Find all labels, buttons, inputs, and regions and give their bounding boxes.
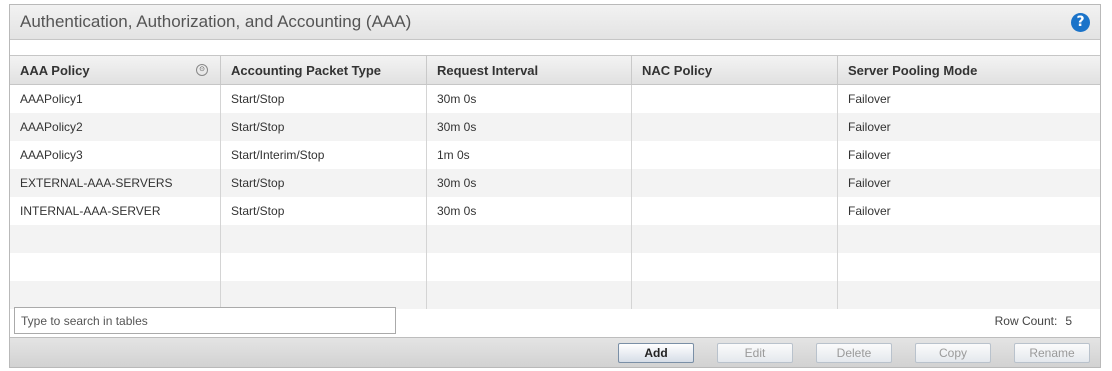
sort-icon[interactable]: ⊙ — [196, 64, 208, 76]
action-bar: Add Edit Delete Copy Rename — [10, 337, 1100, 367]
table-row[interactable]: AAAPolicy1 Start/Stop 30m 0s Failover — [10, 85, 1100, 113]
cell-request-interval: 30m 0s — [427, 197, 632, 225]
empty-cell — [838, 281, 1100, 309]
cell-aaa-policy: INTERNAL-AAA-SERVER — [10, 197, 221, 225]
table-row[interactable]: AAAPolicy2 Start/Stop 30m 0s Failover — [10, 113, 1100, 141]
cell-server-pooling-mode: Failover — [848, 148, 891, 162]
table-row[interactable]: AAAPolicy3 Start/Interim/Stop 1m 0s Fail… — [10, 141, 1100, 169]
cell-server-pooling-mode: Failover — [848, 120, 891, 134]
cell-server-pooling-mode: Failover — [848, 204, 891, 218]
aaa-panel: Authentication, Authorization, and Accou… — [9, 4, 1101, 368]
panel-title: Authentication, Authorization, and Accou… — [20, 12, 412, 31]
empty-cell — [221, 253, 427, 281]
aaa-policy-table: AAA Policy ⊙ Accounting Packet Type Requ… — [10, 55, 1100, 309]
empty-cell — [838, 225, 1100, 253]
help-icon[interactable]: ? — [1071, 13, 1090, 32]
cell-accounting-packet-type: Start/Stop — [221, 197, 427, 225]
row-count-label: Row Count: — [994, 314, 1058, 328]
cell-accounting-packet-type: Start/Stop — [221, 169, 427, 197]
column-header-label: Accounting Packet Type — [231, 63, 382, 78]
empty-cell — [427, 253, 632, 281]
copy-button[interactable]: Copy — [915, 343, 991, 363]
rename-button[interactable]: Rename — [1014, 343, 1090, 363]
empty-cell — [632, 253, 838, 281]
row-count: Row Count: 5 — [995, 314, 1072, 328]
empty-cell — [427, 281, 632, 309]
table-body: AAAPolicy1 Start/Stop 30m 0s Failover AA… — [10, 85, 1100, 309]
table-row[interactable]: INTERNAL-AAA-SERVER Start/Stop 30m 0s Fa… — [10, 197, 1100, 225]
cell-nac-policy — [632, 85, 838, 113]
table-row[interactable]: EXTERNAL-AAA-SERVERS Start/Stop 30m 0s F… — [10, 169, 1100, 197]
row-count-value: 5 — [1065, 314, 1072, 328]
cell-server-pooling-mode: Failover — [848, 92, 891, 106]
cell-nac-policy — [632, 169, 838, 197]
cell-aaa-policy: AAAPolicy2 — [10, 113, 221, 141]
cell-accounting-packet-type: Start/Stop — [221, 113, 427, 141]
cell-accounting-packet-type: Start/Interim/Stop — [221, 141, 427, 169]
cell-aaa-policy: EXTERNAL-AAA-SERVERS — [10, 169, 221, 197]
column-header-accounting-packet-type[interactable]: Accounting Packet Type — [221, 56, 427, 84]
table-row-empty — [10, 281, 1100, 309]
table-row-empty — [10, 253, 1100, 281]
table-search-input[interactable]: Type to search in tables — [14, 307, 396, 334]
panel-header: Authentication, Authorization, and Accou… — [10, 5, 1100, 40]
cell-aaa-policy: AAAPolicy1 — [10, 85, 221, 113]
cell-request-interval: 30m 0s — [427, 85, 632, 113]
empty-cell — [221, 225, 427, 253]
empty-cell — [632, 281, 838, 309]
add-button[interactable]: Add — [618, 343, 694, 363]
cell-accounting-packet-type: Start/Stop — [221, 85, 427, 113]
column-header-label: Request Interval — [437, 63, 539, 78]
cell-nac-policy — [632, 197, 838, 225]
column-header-nac-policy[interactable]: NAC Policy — [632, 56, 838, 84]
empty-cell — [427, 225, 632, 253]
cell-request-interval: 30m 0s — [427, 113, 632, 141]
empty-cell — [10, 225, 221, 253]
edit-button[interactable]: Edit — [717, 343, 793, 363]
empty-cell — [10, 281, 221, 309]
column-header-server-pooling-mode[interactable]: Server Pooling Mode — [838, 56, 1100, 84]
column-header-label: NAC Policy — [642, 63, 713, 78]
empty-cell — [10, 253, 221, 281]
cell-nac-policy — [632, 113, 838, 141]
column-header-request-interval[interactable]: Request Interval — [427, 56, 632, 84]
table-row-empty — [10, 225, 1100, 253]
column-header-label: Server Pooling Mode — [848, 63, 978, 78]
cell-request-interval: 1m 0s — [427, 141, 632, 169]
table-header: AAA Policy ⊙ Accounting Packet Type Requ… — [10, 56, 1100, 85]
empty-cell — [838, 253, 1100, 281]
empty-cell — [632, 225, 838, 253]
cell-request-interval: 30m 0s — [427, 169, 632, 197]
column-header-label: AAA Policy — [20, 63, 90, 78]
cell-aaa-policy: AAAPolicy3 — [10, 141, 221, 169]
delete-button[interactable]: Delete — [816, 343, 892, 363]
cell-nac-policy — [632, 141, 838, 169]
empty-cell — [221, 281, 427, 309]
column-header-aaa-policy[interactable]: AAA Policy ⊙ — [10, 56, 221, 84]
cell-server-pooling-mode: Failover — [848, 176, 891, 190]
